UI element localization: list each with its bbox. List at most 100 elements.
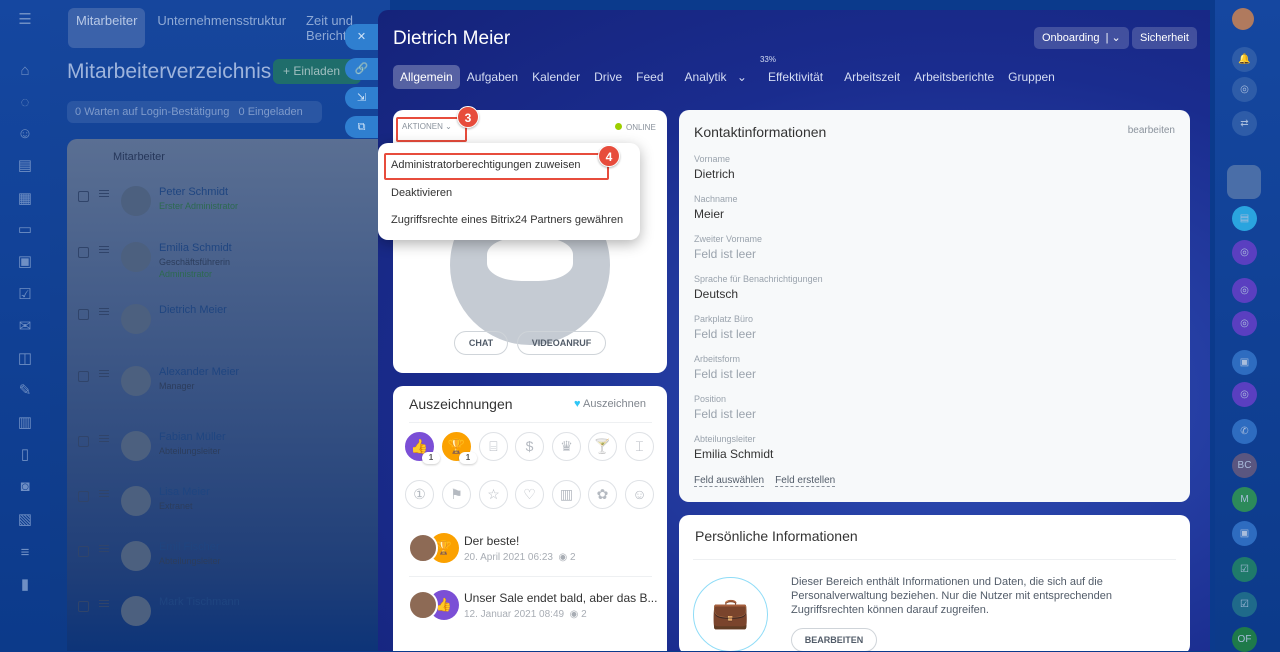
contact-card-icon[interactable]: ▣ [1232, 521, 1257, 546]
tab-gruppen[interactable]: Gruppen [1001, 65, 1062, 89]
drag-handle-icon[interactable] [99, 308, 109, 309]
number-one-icon[interactable]: ① [405, 480, 434, 509]
row-checkbox[interactable] [78, 371, 89, 382]
contact-card-icon[interactable]: ▣ [1232, 350, 1257, 375]
drive-icon[interactable]: ▭ [15, 220, 35, 240]
menu-item-deactivate[interactable]: Deaktivieren [391, 187, 452, 199]
video-call-button[interactable]: VIDEOANRUF [517, 331, 606, 355]
select-field-link[interactable]: Feld auswählen [694, 475, 765, 487]
row-checkbox[interactable] [78, 191, 89, 202]
employee-name[interactable]: Emil Fischer [159, 541, 220, 553]
security-button[interactable]: Sicherheit [1132, 27, 1197, 49]
board-icon[interactable]: ▣ [15, 252, 35, 272]
employee-name[interactable]: Mark Tischmann [159, 596, 240, 608]
tab-arbeitsberichte[interactable]: Arbeitsberichte [907, 65, 1001, 89]
flag-icon[interactable]: ⚑ [442, 480, 471, 509]
tab-drive[interactable]: Drive [587, 65, 629, 89]
openlines-icon[interactable]: ◎ [1232, 240, 1257, 265]
filter-waiting[interactable]: Warten auf Login-Bestätigung [84, 106, 229, 118]
employee-name[interactable]: Peter Schmidt [159, 186, 228, 198]
tab-arbeitszeit[interactable]: Arbeitszeit [837, 65, 907, 89]
filter-invited[interactable]: Eingeladen [248, 106, 303, 118]
employee-name[interactable]: Emilia Schmidt [159, 242, 232, 254]
table-row[interactable]: Dietrich Meier [67, 299, 397, 359]
chat-bubble-icon[interactable]: ▤ [1232, 206, 1257, 231]
tab-kalender[interactable]: Kalender [525, 65, 587, 89]
drag-handle-icon[interactable] [99, 190, 109, 191]
trophy-award-icon[interactable]: 🏆 1 [442, 432, 477, 464]
table-row[interactable]: Alexander Meier Manager [67, 361, 397, 421]
contact-edit-link[interactable]: bearbeiten [1128, 125, 1175, 136]
camera-icon[interactable]: ◙ [15, 477, 35, 497]
tasks-icon[interactable]: ☑ [15, 285, 35, 305]
flower-icon[interactable]: ✿ [588, 480, 617, 509]
openlines-icon[interactable]: ◎ [1232, 382, 1257, 407]
crown-icon[interactable]: ♛ [552, 432, 581, 461]
store-icon[interactable]: ▥ [15, 413, 35, 433]
openlines-icon[interactable]: ◎ [1232, 311, 1257, 336]
menu-item-partner-access[interactable]: Zugriffsrechte eines Bitrix24 Partners g… [391, 214, 623, 226]
table-row[interactable]: Peter Schmidt Erster Administrator [67, 181, 397, 241]
close-icon[interactable]: ✕ [345, 24, 378, 50]
table-row[interactable]: Lisa Meier Extranet [67, 481, 397, 541]
open-new-window-icon[interactable]: ⧉ [345, 116, 378, 138]
employee-name[interactable]: Alexander Meier [159, 366, 239, 378]
drag-handle-icon[interactable] [99, 545, 109, 546]
employees-icon[interactable]: ☺ [15, 124, 35, 144]
openlines-icon[interactable]: ◎ [1232, 77, 1257, 102]
employee-name[interactable]: Dietrich Meier [159, 304, 227, 316]
link-icon[interactable]: 🔗 [345, 58, 378, 80]
drag-handle-icon[interactable] [99, 435, 109, 436]
row-checkbox[interactable] [78, 309, 89, 320]
drag-handle-icon[interactable] [99, 370, 109, 371]
nav-mitarbeiter[interactable]: Mitarbeiter [68, 8, 146, 48]
gift-icon[interactable]: ⌸ [479, 432, 508, 461]
row-checkbox[interactable] [78, 546, 89, 557]
row-checkbox[interactable] [78, 601, 89, 612]
employee-name[interactable]: Fabian Müller [159, 431, 226, 443]
row-checkbox[interactable] [78, 436, 89, 447]
cocktail-icon[interactable]: 🍸 [588, 432, 617, 461]
create-field-link[interactable]: Feld erstellen [775, 475, 836, 487]
home-icon[interactable]: ⌂ [15, 61, 35, 81]
heart-outline-icon[interactable]: ♡ [515, 480, 544, 509]
smile-icon[interactable]: ☺ [625, 480, 654, 509]
document-icon[interactable]: ▯ [15, 445, 35, 465]
give-award-link[interactable]: ♥ Auszeichnen [574, 398, 646, 410]
filter-icon[interactable]: ≡ [15, 543, 35, 563]
calendar-icon[interactable]: ▦ [15, 189, 35, 209]
personal-edit-button[interactable]: BEARBEITEN [791, 628, 877, 651]
tab-feed[interactable]: Feed [629, 65, 670, 89]
table-row[interactable]: Mark Tischmann [67, 591, 397, 651]
row-checkbox[interactable] [78, 491, 89, 502]
money-bag-icon[interactable]: $ [515, 432, 544, 461]
table-row[interactable]: Emilia Schmidt Geschäftsführerin Administr… [67, 237, 397, 297]
cake-icon[interactable]: ⌶ [625, 432, 654, 461]
chevron-down-icon[interactable]: ⌄ [1112, 32, 1121, 44]
chat-icon[interactable]: ◫ [15, 349, 35, 369]
drag-handle-icon[interactable] [99, 246, 109, 247]
tab-effektivitaet[interactable]: 33% Effektivität [754, 55, 837, 89]
crm-icon[interactable]: ◌ [15, 93, 35, 113]
bell-icon[interactable]: 🔔 [1232, 47, 1257, 72]
contact-avatar[interactable] [1227, 165, 1261, 199]
star-icon[interactable]: ☆ [479, 480, 508, 509]
beer-icon[interactable]: ▥ [552, 480, 581, 509]
like-award-icon[interactable]: 👍 1 [405, 432, 440, 464]
contact-initials[interactable]: M [1232, 487, 1257, 512]
tab-aufgaben[interactable]: Aufgaben [460, 65, 525, 89]
mail-icon[interactable]: ✉ [15, 317, 35, 337]
chat-button[interactable]: CHAT [454, 331, 508, 355]
openlines-icon[interactable]: ◎ [1232, 278, 1257, 303]
contact-initials[interactable]: OF [1232, 627, 1257, 652]
drag-handle-icon[interactable] [99, 600, 109, 601]
row-checkbox[interactable] [78, 247, 89, 258]
drag-handle-icon[interactable] [99, 490, 109, 491]
employee-name[interactable]: Lisa Meier [159, 486, 210, 498]
menu-icon[interactable]: ☰ [15, 10, 35, 30]
phone-icon[interactable]: ✆ [1232, 419, 1257, 444]
minimize-icon[interactable]: ⇲ [345, 87, 378, 109]
task-icon[interactable]: ☑ [1232, 592, 1257, 617]
tab-analytik[interactable]: Analytik ⌄ [671, 65, 754, 89]
sync-chat-icon[interactable]: ⇄ [1232, 111, 1257, 136]
